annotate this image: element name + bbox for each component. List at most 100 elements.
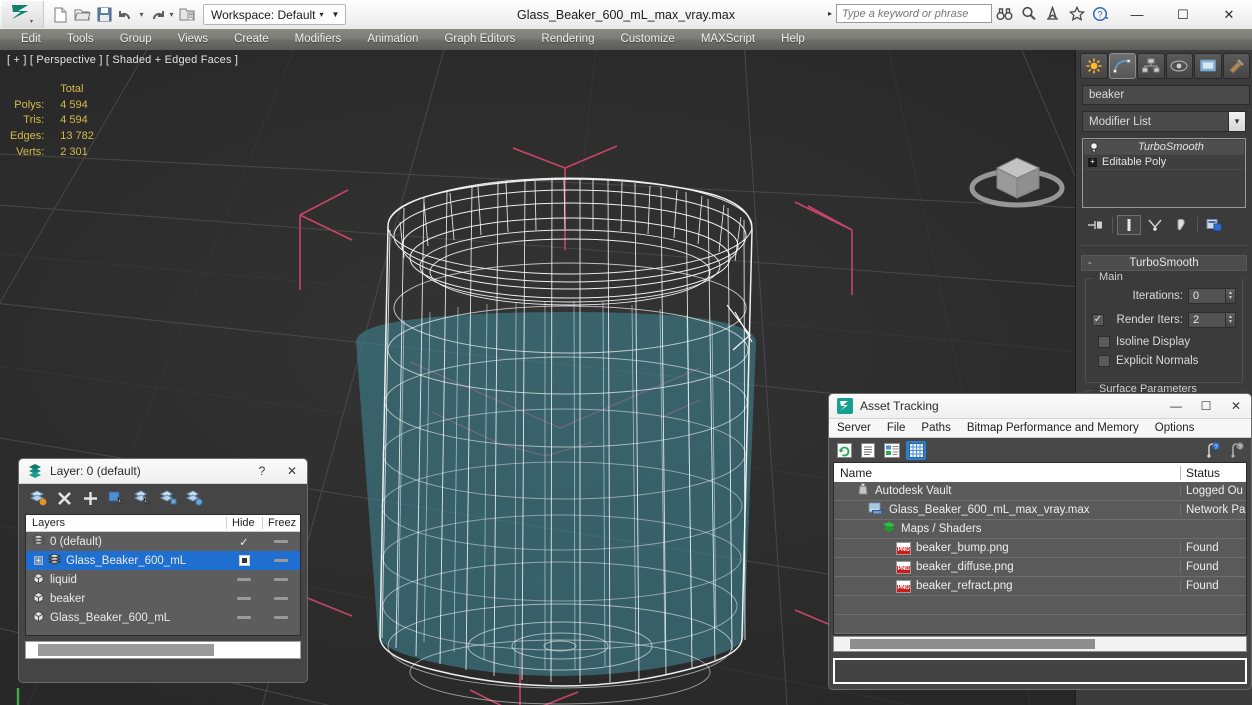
iterations-spinner[interactable]: ▲ ▼ [1226, 288, 1236, 304]
collapse-minus-icon[interactable]: - [1088, 257, 1092, 269]
layer-row-liquid[interactable]: liquid [26, 570, 300, 589]
new-file-icon[interactable] [50, 4, 71, 25]
minimize-button[interactable]: — [1114, 0, 1160, 29]
menu-create[interactable]: Create [221, 29, 282, 50]
layer-row-beaker[interactable]: beaker [26, 589, 300, 608]
select-highlighted-layer-icon[interactable] [131, 487, 153, 509]
layer-dialog-close-button[interactable]: ✕ [277, 459, 307, 483]
layer-dialog-help-button[interactable]: ? [247, 459, 277, 483]
expand-plus-icon[interactable]: + [1088, 157, 1097, 167]
menu-help[interactable]: Help [768, 29, 818, 50]
hide-toggle-dash[interactable] [237, 578, 251, 581]
asset-menu-options[interactable]: Options [1147, 419, 1203, 438]
modifier-list-dropdown[interactable]: Modifier List ▾ [1082, 111, 1246, 132]
layer-row-default[interactable]: 0 (default) ✓ [26, 532, 300, 551]
configure-modifier-sets-icon[interactable] [1202, 215, 1226, 235]
menu-views[interactable]: Views [165, 29, 221, 50]
help-icon[interactable]: ? [1089, 3, 1112, 24]
redo-icon[interactable] [146, 4, 167, 25]
isoline-display-checkbox[interactable] [1098, 336, 1110, 348]
hide-toggle-dash[interactable] [237, 597, 251, 600]
asset-row-beaker-refract[interactable]: PNG beaker_refract.png Found [834, 577, 1246, 596]
modify-tab[interactable] [1108, 53, 1136, 79]
add-layer-icon[interactable] [79, 487, 101, 509]
asset-list[interactable]: Name Status Autodesk Vault Logged Ou MAX… [833, 462, 1247, 635]
open-file-icon[interactable] [72, 4, 93, 25]
render-iters-spinner[interactable]: ▲ ▼ [1226, 312, 1236, 328]
menu-animation[interactable]: Animation [354, 29, 431, 50]
save-file-icon[interactable] [94, 4, 115, 25]
create-tab[interactable] [1080, 53, 1108, 79]
search-magnifier-icon[interactable] [1017, 3, 1040, 24]
search-input[interactable] [836, 4, 992, 23]
list-view-icon[interactable] [858, 441, 878, 460]
asset-dialog-minimize-button[interactable]: — [1161, 394, 1191, 418]
set-project-folder-icon[interactable] [176, 4, 197, 25]
asset-menu-bitmap-performance[interactable]: Bitmap Performance and Memory [959, 419, 1147, 438]
workspace-dropdown-icon[interactable]: ▼ [328, 10, 344, 19]
asset-menu-server[interactable]: Server [829, 419, 879, 438]
asset-dialog-maximize-button[interactable]: ☐ [1191, 394, 1221, 418]
layer-list[interactable]: Layers Hide Freez 0 (default) ✓ + Glass_… [25, 514, 301, 636]
asset-menu-file[interactable]: File [879, 419, 914, 438]
menu-tools[interactable]: Tools [54, 29, 107, 50]
asset-menu-paths[interactable]: Paths [913, 419, 958, 438]
undo-icon[interactable] [116, 4, 137, 25]
hide-checkbox[interactable] [238, 555, 250, 566]
menu-rendering[interactable]: Rendering [528, 29, 607, 50]
render-iters-checkbox[interactable] [1092, 314, 1104, 326]
freeze-toggle-dash[interactable] [274, 540, 288, 543]
viewport-label[interactable]: [ + ] [ Perspective ] [ Shaded + Edged F… [7, 54, 238, 66]
asset-horizontal-scrollbar[interactable] [833, 636, 1247, 652]
check-in-icon[interactable]: ? [1202, 441, 1222, 460]
menu-customize[interactable]: Customize [607, 29, 687, 50]
redo-dropdown-arrow-icon[interactable]: ▾ [168, 4, 175, 25]
menu-maxscript[interactable]: MAXScript [688, 29, 768, 50]
remove-modifier-icon[interactable] [1169, 215, 1193, 235]
delete-layer-icon[interactable] [53, 487, 75, 509]
modifier-stack[interactable]: TurboSmooth + Editable Poly [1082, 138, 1246, 208]
workspace-selector[interactable]: Workspace: Default ▾ ▼ [203, 4, 347, 25]
menu-graph-editors[interactable]: Graph Editors [431, 29, 528, 50]
scrollbar-thumb[interactable] [38, 644, 214, 656]
object-name-input[interactable] [1082, 85, 1250, 105]
lightbulb-icon[interactable] [1088, 141, 1099, 153]
layer-row-glass-beaker-object[interactable]: Glass_Beaker_600_mL [26, 608, 300, 627]
asset-row-vault[interactable]: Autodesk Vault Logged Ou [834, 482, 1246, 501]
make-unique-icon[interactable] [1143, 215, 1167, 235]
pin-stack-icon[interactable] [1084, 215, 1108, 235]
check-out-icon[interactable]: ? [1226, 441, 1246, 460]
layer-settings-icon[interactable] [183, 487, 205, 509]
asset-row-beaker-bump[interactable]: PNG beaker_bump.png Found [834, 539, 1246, 558]
search-binoculars-icon[interactable] [993, 3, 1016, 24]
add-selection-to-layer-icon[interactable] [157, 487, 179, 509]
motion-tab[interactable] [1165, 53, 1193, 79]
rollout-header[interactable]: - TurboSmooth [1081, 255, 1247, 271]
asset-row-beaker-diffuse[interactable]: PNG beaker_diffuse.png Found [834, 558, 1246, 577]
detail-view-icon[interactable] [882, 441, 902, 460]
close-button[interactable]: ✕ [1206, 0, 1252, 29]
menu-group[interactable]: Group [107, 29, 165, 50]
select-objects-in-layer-icon[interactable] [105, 487, 127, 509]
render-iters-input[interactable]: 2 [1188, 312, 1226, 328]
layer-horizontal-scrollbar[interactable] [25, 641, 301, 659]
layer-row-glass-beaker[interactable]: + Glass_Beaker_600_mL [26, 551, 300, 570]
menu-edit[interactable]: Edit [8, 29, 54, 50]
favorites-star-icon[interactable] [1065, 3, 1088, 24]
layer-active-check-icon[interactable]: ✓ [239, 535, 249, 549]
app-logo-icon[interactable] [2, 1, 44, 28]
display-tab[interactable] [1194, 53, 1222, 79]
layer-dialog-titlebar[interactable]: Layer: 0 (default) ? ✕ [19, 459, 307, 484]
asset-row-maps-shaders[interactable]: Maps / Shaders [834, 520, 1246, 539]
menu-modifiers[interactable]: Modifiers [282, 29, 355, 50]
expand-plus-icon[interactable]: + [34, 556, 43, 565]
freeze-toggle-dash[interactable] [274, 578, 288, 581]
grid-view-icon[interactable] [906, 440, 926, 460]
maximize-button[interactable]: ☐ [1160, 0, 1206, 29]
chevron-down-icon[interactable]: ▾ [1228, 112, 1245, 131]
asset-row-max-file[interactable]: MAX Glass_Beaker_600_mL_max_vray.max Net… [834, 501, 1246, 520]
scrollbar-thumb[interactable] [850, 639, 1095, 649]
asset-tracking-dialog[interactable]: Asset Tracking — ☐ ✕ Server File Paths B… [828, 393, 1252, 690]
show-end-result-icon[interactable] [1117, 215, 1141, 235]
refresh-icon[interactable] [834, 441, 854, 460]
